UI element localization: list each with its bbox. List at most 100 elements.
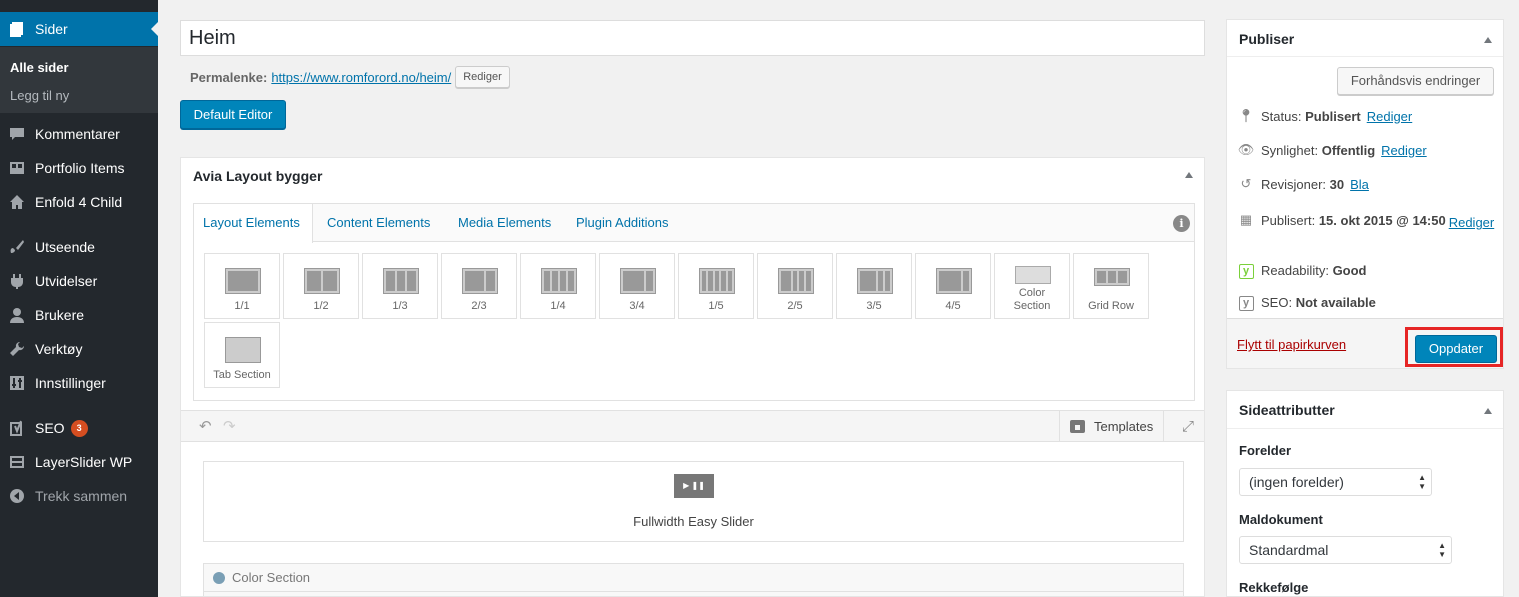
fullwidth-easy-slider-block[interactable]: ▶ ❚❚ Fullwidth Easy Slider [203, 461, 1184, 542]
sidebar-item-label: Enfold 4 Child [35, 194, 123, 210]
tab-layout-elements[interactable]: Layout Elements [194, 204, 313, 243]
collapse-toggle-icon[interactable] [1484, 408, 1492, 414]
status-label: Status: [1261, 108, 1302, 124]
status-row: 📍︎ Status: Publisert Rediger [1237, 108, 1497, 124]
tab-content-elements[interactable]: Content Elements [318, 204, 439, 242]
element-1-3[interactable]: 1/3 [362, 253, 438, 319]
divider [204, 591, 1183, 592]
sidebar-item-plugins[interactable]: Utvidelser [0, 264, 158, 298]
select-arrows-icon: ▲ ▼ [1438, 541, 1446, 559]
info-icon[interactable]: i [1173, 215, 1190, 232]
order-label: Rekkefølge [1239, 580, 1309, 595]
color-section-block[interactable]: Color Section [203, 563, 1184, 596]
revisions-row: ↺ Revisjoner: 30 Bla [1237, 176, 1497, 192]
template-select[interactable]: Standardmal ▲ ▼ [1239, 536, 1452, 564]
permalink-link[interactable]: https://www.romforord.no/heim/ [271, 70, 451, 85]
comment-icon [7, 124, 27, 144]
yoast-readability-icon: y [1237, 262, 1255, 279]
column-icon [383, 268, 419, 294]
element-4-5[interactable]: 4/5 [915, 253, 991, 319]
element-2-5[interactable]: 2/5 [757, 253, 833, 319]
column-icon [620, 268, 656, 294]
permalink-row: Permalenke: https://www.romforord.no/hei… [190, 66, 510, 88]
element-1-4[interactable]: 1/4 [520, 253, 596, 319]
element-1-5[interactable]: 1/5 [678, 253, 754, 319]
element-2-3[interactable]: 2/3 [441, 253, 517, 319]
collapse-toggle-icon[interactable] [1484, 37, 1492, 43]
visibility-label: Synlighet: [1261, 142, 1319, 158]
element-3-5[interactable]: 3/5 [836, 253, 912, 319]
plugin-icon [7, 271, 27, 291]
seo-value: Not available [1295, 295, 1376, 310]
portfolio-icon [7, 158, 27, 178]
sidebar-collapse[interactable]: Trekk sammen [0, 479, 158, 513]
sidebar-item-label: Utseende [35, 239, 95, 255]
tab-media-elements[interactable]: Media Elements [449, 204, 560, 242]
element-tab-section[interactable]: Tab Section [204, 322, 280, 388]
status-value: Publisert [1305, 108, 1361, 124]
visibility-edit-link[interactable]: Rediger [1381, 143, 1427, 158]
select-arrows-icon: ▲ ▼ [1418, 473, 1426, 491]
page-title-input[interactable] [180, 20, 1205, 56]
sidebar-item-comments[interactable]: Kommentarer [0, 117, 158, 151]
color-section-label: Color Section [232, 570, 311, 585]
undo-icon[interactable]: ↶ [199, 417, 212, 435]
slider-icon: ▶ ❚❚ [674, 474, 714, 498]
collapse-toggle-icon[interactable] [1185, 172, 1193, 178]
tab-section-icon [225, 337, 261, 363]
wrench-icon [7, 339, 27, 359]
published-date: 15. okt 2015 @ 14:50 [1318, 212, 1446, 228]
published-edit-link[interactable]: Rediger [1449, 215, 1495, 230]
divider [1227, 56, 1503, 57]
color-dot-icon [213, 572, 225, 584]
element-grid-row[interactable]: Grid Row [1073, 253, 1149, 319]
update-button[interactable]: Oppdater [1415, 335, 1497, 363]
column-icon [699, 268, 735, 294]
sidebar-item-label: Verktøy [35, 341, 83, 357]
seo-row: y SEO: Not available [1237, 294, 1497, 311]
sidebar-item-layerslider[interactable]: LayerSlider WP [0, 445, 158, 479]
tab-plugin-additions[interactable]: Plugin Additions [567, 204, 678, 242]
tab-bar: Layout Elements Content Elements Media E… [194, 204, 1194, 243]
sidebar-item-tools[interactable]: Verktøy [0, 332, 158, 366]
sidebar-item-users[interactable]: Brukere [0, 298, 158, 332]
templates-icon [1070, 419, 1085, 433]
sidebar-item-seo[interactable]: SEO 3 [0, 411, 158, 445]
home-icon [7, 192, 27, 212]
status-edit-link[interactable]: Rediger [1367, 109, 1413, 124]
templates-button[interactable]: Templates [1059, 411, 1165, 441]
revisions-browse-link[interactable]: Bla [1350, 177, 1369, 192]
history-icon: ↺ [1240, 176, 1252, 191]
revisions-label: Revisjoner: [1261, 176, 1327, 192]
element-1-2[interactable]: 1/2 [283, 253, 359, 319]
seo-label: SEO: [1261, 295, 1293, 310]
preview-changes-button[interactable]: Forhåndsvis endringer [1337, 67, 1494, 95]
redo-icon[interactable]: ↷ [223, 417, 236, 435]
sidebar-item-enfold[interactable]: Enfold 4 Child [0, 185, 158, 219]
column-icon [304, 268, 340, 294]
move-to-trash-link[interactable]: Flytt til papirkurven [1237, 337, 1346, 352]
eye-icon: 👁︎ [1237, 142, 1255, 157]
user-icon [7, 305, 27, 325]
sidebar-item-appearance[interactable]: Utseende [0, 230, 158, 264]
permalink-edit-button[interactable]: Rediger [455, 66, 510, 88]
submenu-add-new[interactable]: Legg til ny [10, 88, 69, 103]
sidebar-item-settings[interactable]: Innstillinger [0, 366, 158, 400]
fullscreen-icon[interactable]: ⤢ [1182, 418, 1194, 435]
settings-icon [7, 373, 27, 393]
sidebar-item-label: Trekk sammen [35, 488, 128, 504]
brush-icon [7, 237, 27, 257]
sidebar-item-portfolio[interactable]: Portfolio Items [0, 151, 158, 185]
permalink-label: Permalenke: [190, 69, 268, 85]
readability-row: y Readability: Good [1237, 262, 1497, 279]
yoast-icon [7, 418, 27, 438]
element-3-4[interactable]: 3/4 [599, 253, 675, 319]
sidebar-item-pages[interactable]: Sider [0, 12, 158, 46]
parent-select[interactable]: (ingen forelder) ▲ ▼ [1239, 468, 1432, 496]
parent-label: Forelder [1239, 443, 1292, 458]
submenu-all-pages[interactable]: Alle sider [10, 60, 69, 75]
element-1-1[interactable]: 1/1 [204, 253, 280, 319]
default-editor-button[interactable]: Default Editor [180, 100, 286, 129]
sidebar-item-label: Brukere [35, 307, 85, 323]
element-color-section[interactable]: Color Section [994, 253, 1070, 319]
